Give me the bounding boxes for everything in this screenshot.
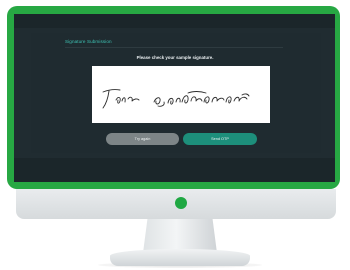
send-otp-button[interactable]: Send OTP <box>183 133 257 145</box>
screen-bottom-bar <box>14 158 335 182</box>
try-again-button[interactable]: Try again <box>106 133 179 145</box>
monitor-stand-neck <box>143 219 217 253</box>
screen-top-bar <box>14 14 335 28</box>
panel-title: Signature Submission <box>65 39 112 44</box>
panel-divider <box>65 47 283 48</box>
signature-preview <box>92 66 270 123</box>
signature-icon <box>102 89 250 109</box>
monitor-stand-base <box>110 249 250 266</box>
instruction-text: Please check your sample signature. <box>136 55 214 60</box>
power-indicator-icon <box>175 197 187 209</box>
